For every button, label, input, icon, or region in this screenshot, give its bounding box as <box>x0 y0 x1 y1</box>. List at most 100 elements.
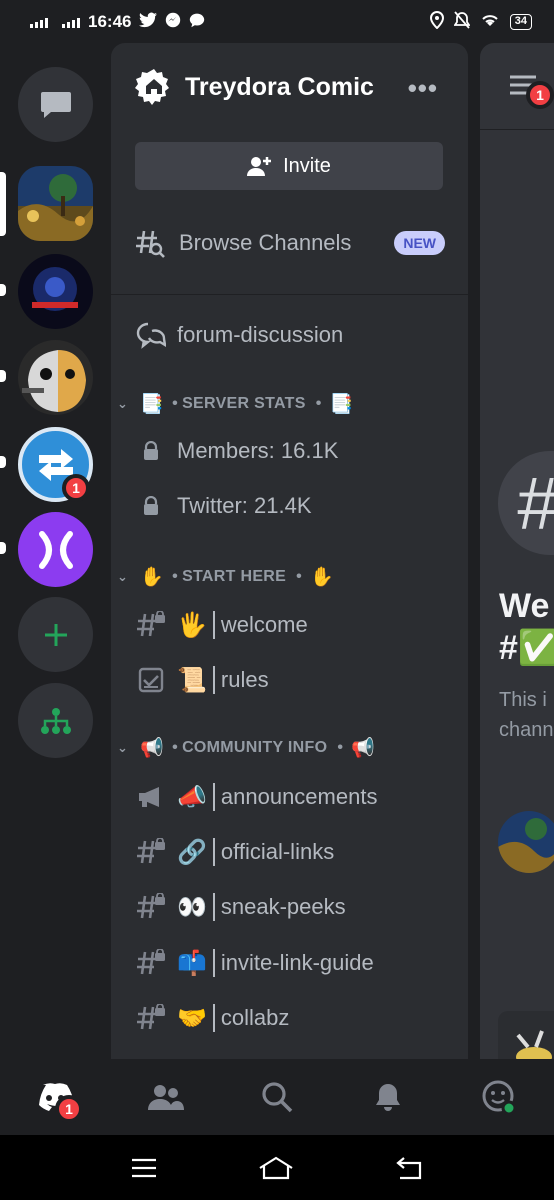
category-emoji: 📢 <box>351 738 376 759</box>
signal-icon-2 <box>62 16 80 28</box>
mute-icon <box>453 10 471 34</box>
message-avatar[interactable] <box>498 811 554 873</box>
hub-tree-icon <box>40 707 71 734</box>
back-icon[interactable] <box>394 1156 424 1180</box>
channel-welcome[interactable]: 🖐 welcome <box>135 603 455 647</box>
channel-emoji: 📜 <box>177 666 207 694</box>
separator-dot: • <box>172 395 179 412</box>
channel-official-links[interactable]: 🔗 official-links <box>135 830 455 874</box>
description-line-2: chann <box>499 719 554 741</box>
locked-hash-icon <box>135 836 167 868</box>
server-rail: 1 <box>0 44 110 1059</box>
channel-emoji: 🤝 <box>177 1004 207 1032</box>
channel-emoji: 🔗 <box>177 838 207 866</box>
channel-name: announcements <box>220 784 378 809</box>
channel-emoji: 📫 <box>177 949 207 977</box>
channel-emoji: 👀 <box>177 893 207 921</box>
server-adventure[interactable] <box>18 254 93 329</box>
clock: 16:46 <box>88 12 132 31</box>
browse-channels-icon <box>136 230 165 258</box>
channel-description: This i chann <box>499 685 554 745</box>
server-menu-button[interactable]: ••• <box>408 73 438 104</box>
category-label: SERVER STATS <box>182 395 306 412</box>
profile-avatar-icon <box>482 1080 517 1115</box>
add-server-button[interactable] <box>18 597 93 672</box>
bell-icon <box>375 1084 400 1111</box>
message-embed[interactable] <box>498 1011 554 1059</box>
twitter-icon <box>139 12 158 32</box>
lock-icon <box>135 435 167 467</box>
separator-dot: • <box>172 739 179 756</box>
chat-topbar: 1 <box>480 43 554 130</box>
separator-dot: • <box>315 395 322 412</box>
direct-messages-button[interactable] <box>18 67 93 142</box>
chevron-down-icon: ⌄ <box>117 740 129 755</box>
lock-icon <box>135 490 167 522</box>
separator-dot: • <box>296 568 303 585</box>
server-purple[interactable] <box>18 512 93 587</box>
search-icon <box>262 1082 293 1113</box>
separator-bar <box>212 838 215 866</box>
signal-icon <box>30 16 48 28</box>
category-start-here[interactable]: ⌄ ✋ • START HERE • ✋ <box>117 565 338 589</box>
nav-friends[interactable] <box>111 1059 222 1135</box>
channel-name: sneak-peeks <box>220 894 346 919</box>
channel-name: rules <box>220 667 269 692</box>
divider <box>111 294 468 295</box>
channel-members[interactable]: Members: 16.1K <box>135 429 455 473</box>
unread-indicator-2 <box>0 370 6 382</box>
server-doge[interactable] <box>18 340 93 415</box>
rules-icon <box>135 664 167 696</box>
channel-rules[interactable]: 📜 rules <box>135 658 455 702</box>
channel-sneak-peeks[interactable]: 👀 sneak-peeks <box>135 885 455 929</box>
chevron-down-icon: ⌄ <box>117 569 129 584</box>
status-bar: 16:46 34 <box>0 0 554 44</box>
nav-notifications[interactable] <box>332 1059 443 1135</box>
browse-channels[interactable]: Browse Channels NEW <box>135 223 445 263</box>
chat-panel[interactable]: 1 # We #✅ This i chann <box>480 43 554 1059</box>
channel-emoji: 📣 <box>177 783 207 811</box>
explore-servers-button[interactable] <box>18 683 93 758</box>
invite-button[interactable]: Invite <box>135 142 443 190</box>
server-name[interactable]: Treydora Comic <box>185 73 374 102</box>
nav-profile[interactable] <box>443 1059 554 1135</box>
channel-panel: Treydora Comic ••• Invite Browse Channel… <box>111 43 468 1059</box>
category-community-info[interactable]: ⌄ 📢 • COMMUNITY INFO • 📢 <box>117 736 379 760</box>
chat-unread-badge: 1 <box>526 81 554 109</box>
separator-dot: • <box>337 739 344 756</box>
category-emoji: 📑 <box>140 394 165 415</box>
description-line-1: This i <box>499 689 547 711</box>
channel-emoji: 🖐 <box>177 611 207 639</box>
channel-forum-discussion[interactable]: forum-discussion <box>135 313 455 357</box>
chat-bubble-icon <box>40 91 71 118</box>
locked-hash-icon <box>135 1002 167 1034</box>
channel-collabz[interactable]: 🤝 collabz <box>135 996 455 1040</box>
chevron-down-icon: ⌄ <box>117 396 129 411</box>
separator-bar <box>212 949 215 977</box>
unread-indicator-3 <box>0 456 6 468</box>
channel-name: invite-link-guide <box>220 950 374 975</box>
category-emoji: ✋ <box>140 567 165 588</box>
invite-label: Invite <box>283 154 331 177</box>
server-landscape[interactable] <box>18 166 93 241</box>
welcome-heading: We #✅ <box>499 585 554 669</box>
locked-hash-icon <box>135 947 167 979</box>
menu-icon[interactable] <box>130 1157 158 1179</box>
channel-twitter[interactable]: Twitter: 21.4K <box>135 484 455 528</box>
separator-bar <box>212 783 215 811</box>
nav-search[interactable] <box>222 1059 333 1135</box>
add-user-icon <box>247 157 272 176</box>
channel-invite-link-guide[interactable]: 📫 invite-link-guide <box>135 941 455 985</box>
channel-name: Twitter: 21.4K <box>177 493 312 518</box>
server-adventure-image <box>18 254 93 329</box>
location-icon <box>429 10 444 34</box>
server-arrows-badge: 1 <box>62 474 90 502</box>
channel-announcements[interactable]: 📣 announcements <box>135 775 455 819</box>
nav-home[interactable]: 1 <box>0 1059 111 1135</box>
channel-hash-icon: # <box>498 451 554 555</box>
chat-bubble-icon <box>189 12 205 32</box>
category-server-stats[interactable]: ⌄ 📑 • SERVER STATS • 📑 <box>117 392 358 416</box>
server-landscape-image <box>18 166 93 241</box>
messenger-icon <box>165 12 181 32</box>
home-icon[interactable] <box>257 1156 295 1180</box>
